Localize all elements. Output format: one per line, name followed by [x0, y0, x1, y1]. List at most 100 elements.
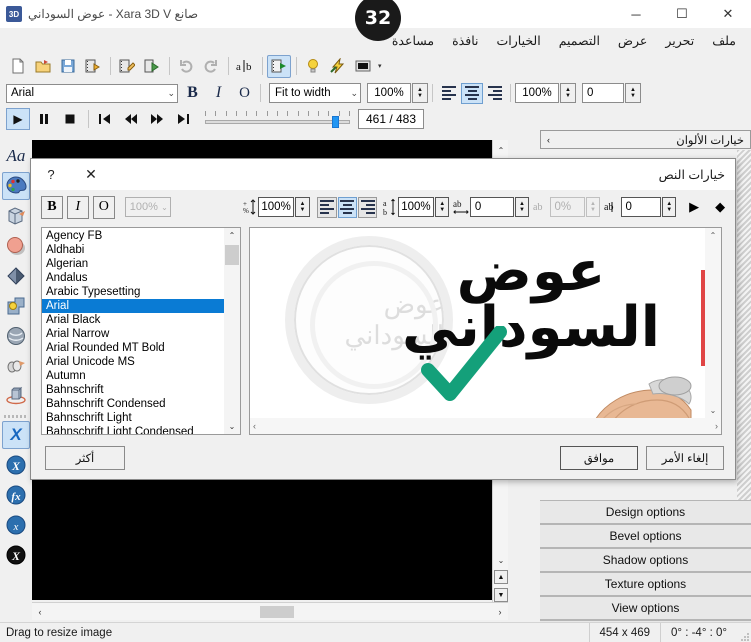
- char-width-spinner[interactable]: ▲▼: [515, 197, 529, 217]
- cancel-button[interactable]: إلغاء الأمر: [646, 446, 724, 470]
- x-dark-icon[interactable]: X: [2, 541, 30, 569]
- char-tracking-input[interactable]: 0: [621, 197, 662, 217]
- panel-item-texture-options[interactable]: Texture options: [540, 572, 751, 596]
- save-file-icon[interactable]: [56, 55, 80, 78]
- line-spacing-spinner[interactable]: ▲▼: [295, 197, 309, 217]
- scroll-down-icon[interactable]: ⌄: [224, 419, 240, 434]
- dialog-align-center-icon[interactable]: [338, 197, 357, 218]
- font-list-scrollbar[interactable]: ⌃ ⌄: [224, 228, 240, 434]
- char-tracking-spinner[interactable]: ▲▼: [662, 197, 676, 217]
- char-scale-input[interactable]: 100%: [515, 83, 559, 103]
- font-list-item[interactable]: Arial Rounded MT Bold: [42, 341, 225, 355]
- font-list[interactable]: Agency FB Aldhabi Algerian Andalus Arabi…: [41, 227, 241, 435]
- dialog-align-right-icon[interactable]: [358, 197, 377, 218]
- dialog-bold-button[interactable]: B: [41, 196, 63, 219]
- font-list-scroll-thumb[interactable]: [225, 245, 239, 265]
- dialog-diamond-button[interactable]: ◆: [709, 196, 731, 219]
- preview-vertical-scrollbar[interactable]: ⌃ ⌄: [705, 228, 721, 418]
- char-slant-input[interactable]: 0%: [550, 197, 585, 217]
- lighting-tool-icon[interactable]: [2, 292, 30, 320]
- shadow-tool-icon[interactable]: [2, 232, 30, 260]
- scroll-up-icon[interactable]: ⌃: [224, 228, 240, 243]
- minimize-button[interactable]: ─: [613, 0, 659, 28]
- font-list-item[interactable]: Arabic Typesetting: [42, 285, 225, 299]
- bevel-tool-icon[interactable]: [2, 262, 30, 290]
- outline-button[interactable]: O: [233, 83, 256, 104]
- page-up-button[interactable]: ▲: [494, 570, 508, 584]
- char-width-input[interactable]: 0: [470, 197, 514, 217]
- panel-item-view-options[interactable]: View options: [540, 596, 751, 620]
- dialog-play-button[interactable]: ▶: [683, 196, 705, 219]
- edit-animation-icon[interactable]: [115, 55, 139, 78]
- rotate-tool-icon[interactable]: [2, 382, 30, 410]
- char-scale-spinner[interactable]: ▲▼: [560, 83, 576, 103]
- scroll-right-icon[interactable]: ›: [715, 421, 718, 431]
- fx-circle-icon[interactable]: fx: [2, 481, 30, 509]
- new-file-icon[interactable]: [6, 55, 30, 78]
- maximize-button[interactable]: ☐: [659, 0, 705, 28]
- first-frame-button[interactable]: [93, 108, 117, 130]
- more-button[interactable]: أكثر: [45, 446, 125, 470]
- italic-button[interactable]: I: [207, 83, 230, 104]
- scroll-right-icon[interactable]: ›: [492, 604, 508, 620]
- play-button[interactable]: ▶: [6, 108, 30, 130]
- canvas-horizontal-scrollbar[interactable]: ‹ ›: [32, 602, 508, 620]
- bold-button[interactable]: B: [181, 83, 204, 104]
- menu-item-design[interactable]: التصميم: [550, 30, 609, 51]
- panel-item-shadow-options[interactable]: Shadow options: [540, 548, 751, 572]
- font-list-item[interactable]: Arial Black: [42, 313, 225, 327]
- redo-icon[interactable]: [199, 55, 223, 78]
- font-list-item[interactable]: Bahnschrift: [42, 383, 225, 397]
- align-left-icon[interactable]: [438, 83, 460, 104]
- text-preview[interactable]: عوض السوداني عوض السوداني ⌃ ⌄: [249, 227, 722, 435]
- close-button[interactable]: ✕: [705, 0, 751, 28]
- texture-tool-icon[interactable]: [2, 322, 30, 350]
- dialog-close-button[interactable]: ✕: [71, 159, 111, 190]
- font-list-item[interactable]: Agency FB: [42, 229, 225, 243]
- timeline-thumb[interactable]: [332, 116, 339, 128]
- char-height-input[interactable]: 100%: [398, 197, 435, 217]
- font-list-item[interactable]: Bahnschrift Light Condensed: [42, 425, 225, 435]
- scroll-left-icon[interactable]: ‹: [253, 421, 256, 431]
- dialog-italic-button[interactable]: I: [67, 196, 89, 219]
- dialog-size-select[interactable]: 100% ⌄: [125, 197, 171, 217]
- last-frame-button[interactable]: [171, 108, 195, 130]
- menu-item-edit[interactable]: تحرير: [656, 30, 703, 51]
- scale-spinner[interactable]: ▲▼: [412, 83, 428, 103]
- extrude-tool-icon[interactable]: [2, 202, 30, 230]
- undo-icon[interactable]: [174, 55, 198, 78]
- scroll-left-icon[interactable]: ‹: [32, 604, 48, 620]
- font-list-item[interactable]: Bahnschrift Condensed: [42, 397, 225, 411]
- export-image-icon[interactable]: [140, 55, 164, 78]
- next-frame-button[interactable]: [145, 108, 169, 130]
- font-list-item[interactable]: Arial Unicode MS: [42, 355, 225, 369]
- quick-effects-icon[interactable]: [326, 55, 350, 78]
- ok-button[interactable]: موافق: [560, 446, 638, 470]
- panel-item-bevel-options[interactable]: Bevel options: [540, 524, 751, 548]
- open-file-icon[interactable]: [31, 55, 55, 78]
- menu-item-file[interactable]: ملف: [703, 30, 745, 51]
- char-slant-spinner[interactable]: ▲▼: [586, 197, 600, 217]
- tracking-spinner[interactable]: ▲▼: [625, 83, 641, 103]
- scroll-down-icon[interactable]: ⌄: [493, 552, 509, 568]
- font-list-item[interactable]: Bahnschrift Light: [42, 411, 225, 425]
- scale-input[interactable]: 100%: [367, 83, 411, 103]
- export-animation-icon[interactable]: [81, 55, 105, 78]
- timeline-slider[interactable]: [205, 111, 350, 127]
- x-effect-icon[interactable]: X: [2, 421, 30, 449]
- dialog-outline-button[interactable]: O: [93, 196, 115, 219]
- pause-button[interactable]: [32, 108, 56, 130]
- align-center-icon[interactable]: [461, 83, 483, 104]
- hscroll-thumb[interactable]: [260, 606, 294, 618]
- animation-tool-icon[interactable]: [2, 352, 30, 380]
- font-list-item[interactable]: Arial Narrow: [42, 327, 225, 341]
- prev-frame-button[interactable]: [119, 108, 143, 130]
- line-spacing-input[interactable]: 100%: [258, 197, 295, 217]
- dialog-align-left-icon[interactable]: [317, 197, 336, 218]
- font-family-select[interactable]: Arial ⌄: [6, 84, 178, 103]
- scroll-up-icon[interactable]: ⌃: [705, 228, 721, 243]
- scroll-down-icon[interactable]: ⌄: [705, 403, 721, 418]
- fit-mode-select[interactable]: Fit to width ⌄: [269, 83, 361, 103]
- scroll-up-icon[interactable]: ⌃: [493, 142, 509, 158]
- char-height-spinner[interactable]: ▲▼: [435, 197, 449, 217]
